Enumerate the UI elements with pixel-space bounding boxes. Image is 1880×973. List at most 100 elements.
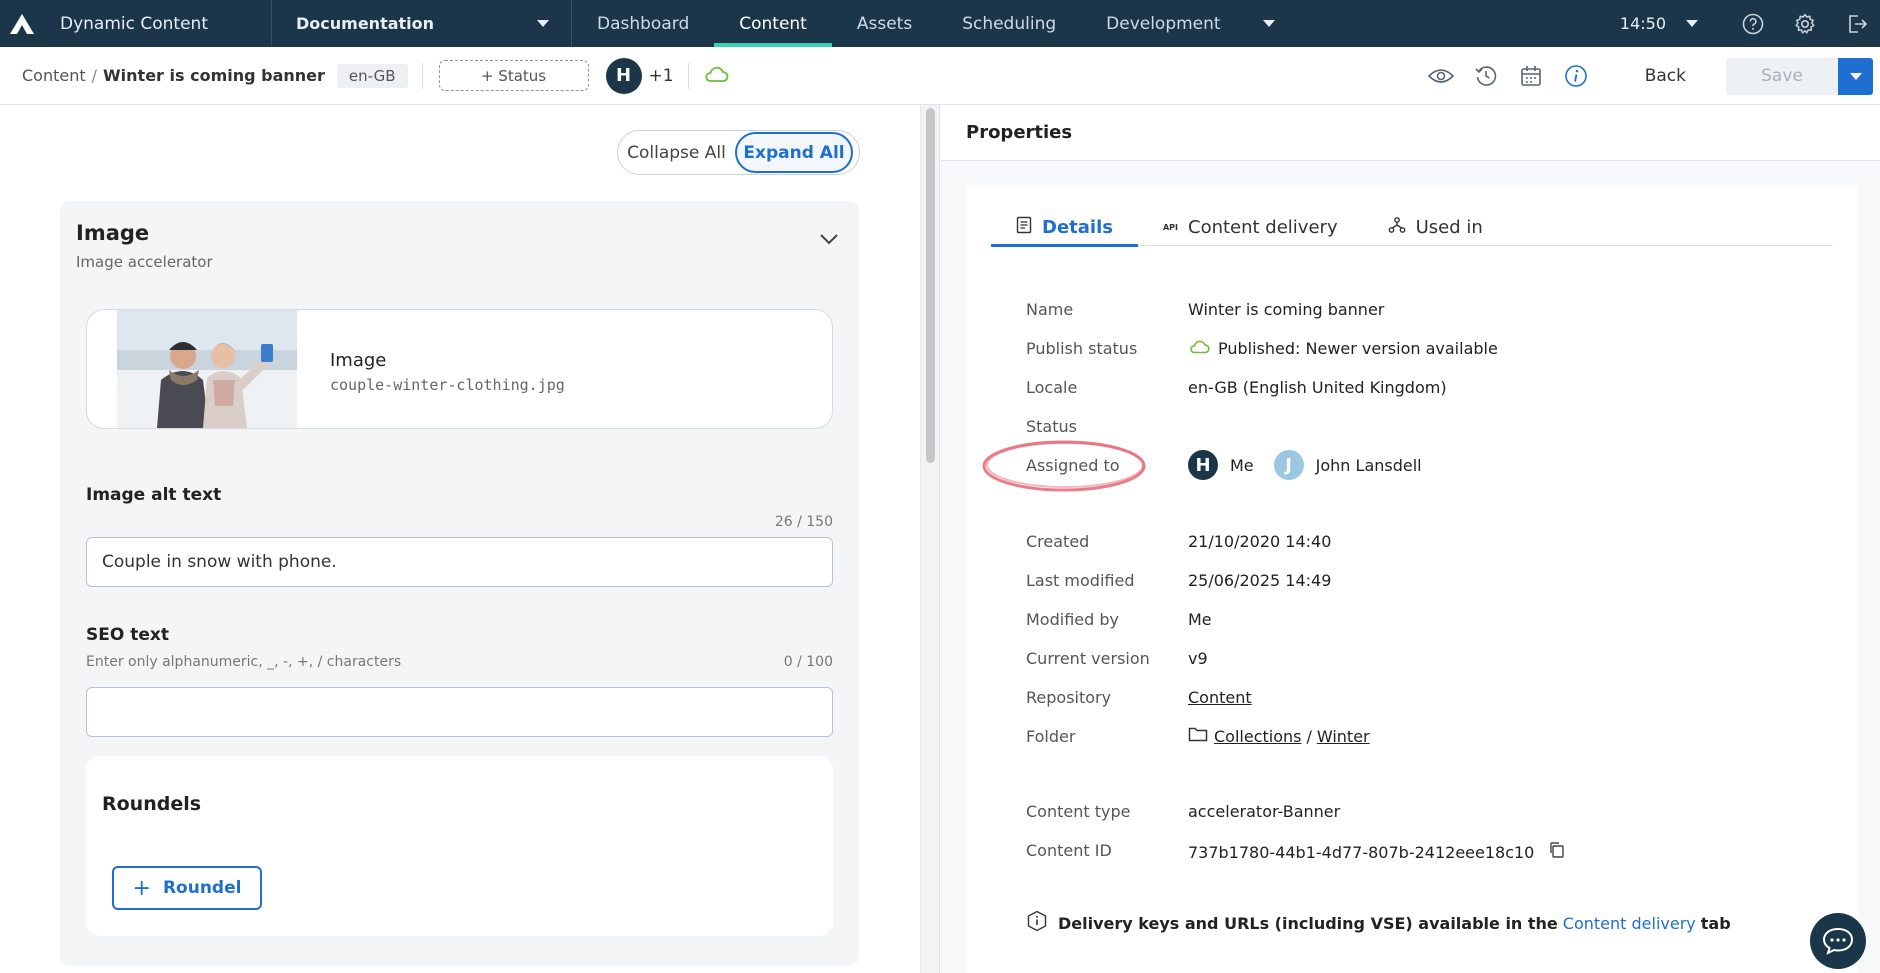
hub-selector[interactable]: Documentation xyxy=(272,0,572,47)
chevron-down-icon xyxy=(537,20,549,27)
locale-label: Locale xyxy=(1026,378,1078,397)
delivery-notice: Delivery keys and URLs (including VSE) a… xyxy=(1026,910,1731,936)
seo-text-input[interactable] xyxy=(86,687,833,737)
notice-tail: tab xyxy=(1700,913,1731,933)
last-modified-label: Last modified xyxy=(1026,571,1135,590)
seo-text-label: SEO text xyxy=(86,625,169,645)
tab-content-delivery-label: Content delivery xyxy=(1188,216,1338,238)
chat-icon[interactable] xyxy=(1810,913,1866,969)
calendar-icon[interactable] xyxy=(1517,62,1545,90)
tab-used-in[interactable]: Used in xyxy=(1363,208,1508,246)
alt-text-counter: 26 / 150 xyxy=(774,514,833,530)
avatar[interactable]: J xyxy=(1273,450,1304,480)
breadcrumb-separator: / xyxy=(91,66,98,85)
properties-card: Details API Content delivery Used in Nam… xyxy=(966,185,1858,973)
copy-icon[interactable] xyxy=(1548,841,1566,863)
roundels-section: Roundels + Roundel xyxy=(86,756,833,936)
amplience-logo-icon[interactable] xyxy=(0,0,44,47)
content-id-value: 737b1780-44b1-4d77-807b-2412eee18c10 xyxy=(1188,841,1566,863)
name-label: Name xyxy=(1026,300,1074,319)
current-version-value: v9 xyxy=(1188,649,1208,668)
folder-icon xyxy=(1188,726,1208,746)
alt-text-label: Image alt text xyxy=(86,485,222,505)
cloud-icon xyxy=(703,65,729,87)
chevron-down-icon[interactable] xyxy=(1686,20,1698,27)
expand-collapse-toggle: Collapse All Expand All xyxy=(617,130,860,175)
content-delivery-link[interactable]: Content delivery xyxy=(1563,914,1696,933)
created-label: Created xyxy=(1026,532,1090,551)
locale-chip[interactable]: en-GB xyxy=(336,63,408,88)
chevron-down-icon xyxy=(1262,20,1275,27)
app-name: Dynamic Content xyxy=(44,0,272,47)
current-version-label: Current version xyxy=(1026,649,1150,668)
folder-label: Folder xyxy=(1026,727,1076,746)
tab-details[interactable]: Details xyxy=(991,208,1138,247)
tab-development[interactable]: Development xyxy=(1081,0,1299,47)
created-value: 21/10/2020 14:40 xyxy=(1188,532,1332,551)
seo-text-hint: Enter only alphanumeric, _, -, +, / char… xyxy=(86,654,402,670)
assigned-to-label: Assigned to xyxy=(1026,456,1120,475)
cloud-icon xyxy=(1188,339,1210,358)
image-chooser[interactable]: Image couple-winter-clothing.jpg xyxy=(86,309,833,429)
card-subtitle: Image accelerator xyxy=(76,253,213,271)
chevron-down-icon xyxy=(1849,72,1862,80)
content-id-label: Content ID xyxy=(1026,841,1112,860)
tab-development-label: Development xyxy=(1106,13,1221,34)
properties-header: Properties xyxy=(941,105,1880,161)
hierarchy-icon xyxy=(1388,216,1406,239)
divider xyxy=(687,62,689,89)
breadcrumb-root[interactable]: Content xyxy=(22,66,86,85)
properties-title: Properties xyxy=(966,122,1073,143)
add-status-button[interactable]: + Status xyxy=(438,60,589,91)
plus-icon: + xyxy=(132,875,151,901)
chevron-down-icon[interactable] xyxy=(819,231,839,249)
scrollbar-thumb[interactable] xyxy=(926,108,935,463)
image-thumbnail xyxy=(117,310,297,428)
alt-text-input[interactable]: Couple in snow with phone. xyxy=(86,537,833,587)
info-icon[interactable] xyxy=(1562,62,1590,90)
avatar[interactable]: H xyxy=(1188,450,1218,480)
folder-link-winter[interactable]: Winter xyxy=(1317,727,1370,746)
add-roundel-button[interactable]: + Roundel xyxy=(112,866,262,910)
folder-link-collections[interactable]: Collections xyxy=(1214,727,1301,746)
repository-link[interactable]: Content xyxy=(1188,688,1252,707)
publish-status-label: Publish status xyxy=(1026,339,1138,358)
tab-content-delivery[interactable]: API Content delivery xyxy=(1138,208,1363,246)
history-icon[interactable] xyxy=(1472,62,1500,90)
gear-icon[interactable] xyxy=(1794,13,1816,35)
tab-content[interactable]: Content xyxy=(714,0,832,47)
tab-dashboard[interactable]: Dashboard xyxy=(572,0,714,47)
editor-scrollbar[interactable] xyxy=(920,105,940,973)
tab-assets[interactable]: Assets xyxy=(832,0,937,47)
back-button[interactable]: Back xyxy=(1645,66,1686,86)
hub-name: Documentation xyxy=(296,14,435,33)
eye-icon[interactable] xyxy=(1427,62,1455,90)
extra-assignees-count[interactable]: +1 xyxy=(649,66,674,86)
assignee-name: John Lansdell xyxy=(1315,455,1422,475)
save-options-dropdown[interactable] xyxy=(1838,57,1873,95)
expand-all-button[interactable]: Expand All xyxy=(735,132,853,173)
toolbar-actions: Back Save xyxy=(1427,47,1880,105)
assignees: H Me J John Lansdell xyxy=(1188,450,1422,480)
properties-panel: Properties Details API Content delivery … xyxy=(941,105,1880,973)
last-modified-value: 25/06/2025 14:49 xyxy=(1188,571,1332,590)
modified-by-label: Modified by xyxy=(1026,610,1119,629)
save-button[interactable]: Save xyxy=(1726,57,1838,95)
notice-text: Delivery keys and URLs (including VSE) a… xyxy=(1058,913,1558,933)
collapse-all-button[interactable]: Collapse All xyxy=(618,131,735,174)
content-type-value: accelerator-Banner xyxy=(1188,802,1341,821)
breadcrumb: Content / Winter is coming banner xyxy=(22,66,325,85)
api-icon: API xyxy=(1162,222,1178,232)
locale-value: en-GB (English United Kingdom) xyxy=(1188,378,1447,397)
help-icon[interactable] xyxy=(1742,13,1764,35)
name-value: Winter is coming banner xyxy=(1188,300,1385,319)
tab-scheduling[interactable]: Scheduling xyxy=(937,0,1081,47)
avatar[interactable]: H xyxy=(605,57,642,94)
logout-icon[interactable] xyxy=(1846,13,1868,35)
top-navigation: Dynamic Content Documentation Dashboard … xyxy=(0,0,1880,47)
folder-separator: / xyxy=(1306,726,1312,746)
add-roundel-label: Roundel xyxy=(162,878,242,898)
repository-label: Repository xyxy=(1026,688,1112,707)
content-toolbar: Content / Winter is coming banner en-GB … xyxy=(0,47,1880,105)
publish-status-text: Published: Newer version available xyxy=(1218,339,1498,358)
